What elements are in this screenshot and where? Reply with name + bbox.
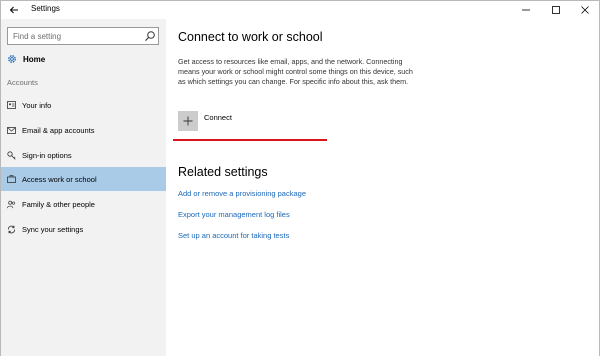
sidebar-item-label: Sync your settings	[22, 224, 84, 234]
sidebar-item-label: Your info	[22, 100, 52, 110]
home-label: Home	[23, 54, 46, 64]
sidebar-item-label: Email & app accounts	[22, 125, 95, 135]
briefcase-icon	[7, 175, 16, 184]
close-button[interactable]	[570, 1, 600, 19]
connect-button[interactable]: Connect	[178, 111, 232, 133]
arrow-left-icon	[9, 6, 18, 14]
gear-icon	[8, 55, 16, 63]
people-icon	[7, 200, 16, 209]
sidebar-item-label: Access work or school	[22, 174, 97, 184]
sidebar-item-family-other-people[interactable]: Family & other people	[1, 192, 166, 216]
related-settings-title: Related settings	[178, 165, 268, 179]
sidebar: Home Accounts Your info Email & app acco…	[1, 19, 166, 356]
link-taking-tests-account[interactable]: Set up an account for taking tests	[178, 231, 289, 240]
section-label-accounts: Accounts	[7, 78, 38, 87]
sidebar-item-email-app-accounts[interactable]: Email & app accounts	[1, 118, 166, 142]
connect-label: Connect	[204, 113, 232, 122]
sidebar-item-label: Family & other people	[22, 199, 95, 209]
plus-icon	[183, 116, 193, 126]
page-title: Connect to work or school	[178, 30, 323, 44]
key-icon	[7, 150, 16, 160]
window-title: Settings	[31, 4, 60, 13]
sidebar-item-label: Sign-in options	[22, 150, 72, 160]
sidebar-item-sign-in-options[interactable]: Sign-in options	[1, 143, 166, 167]
search-icon[interactable]	[144, 30, 156, 42]
description-text: Get access to resources like email, apps…	[178, 57, 413, 86]
maximize-icon	[552, 6, 560, 14]
main-content: Connect to work or school Get access to …	[166, 19, 599, 356]
link-export-management-logs[interactable]: Export your management log files	[178, 210, 290, 219]
mail-icon	[7, 126, 16, 135]
sync-icon	[7, 225, 16, 234]
minimize-icon	[522, 9, 530, 11]
back-button[interactable]	[1, 1, 27, 19]
link-provisioning-package[interactable]: Add or remove a provisioning package	[178, 189, 306, 198]
title-bar: Settings	[1, 1, 599, 19]
settings-window: Settings Home Accounts	[0, 0, 600, 356]
sidebar-item-your-info[interactable]: Your info	[1, 93, 166, 117]
maximize-button[interactable]	[541, 1, 571, 19]
contact-card-icon	[7, 101, 16, 110]
search-box	[7, 27, 159, 45]
close-icon	[581, 6, 589, 14]
minimize-button[interactable]	[511, 1, 541, 19]
sidebar-item-access-work-or-school[interactable]: Access work or school	[1, 167, 166, 191]
connect-icon-box	[178, 111, 198, 131]
annotation-underline	[173, 139, 327, 141]
home-nav[interactable]: Home	[7, 51, 157, 67]
sidebar-item-sync-your-settings[interactable]: Sync your settings	[1, 217, 166, 241]
search-input[interactable]	[8, 28, 142, 44]
